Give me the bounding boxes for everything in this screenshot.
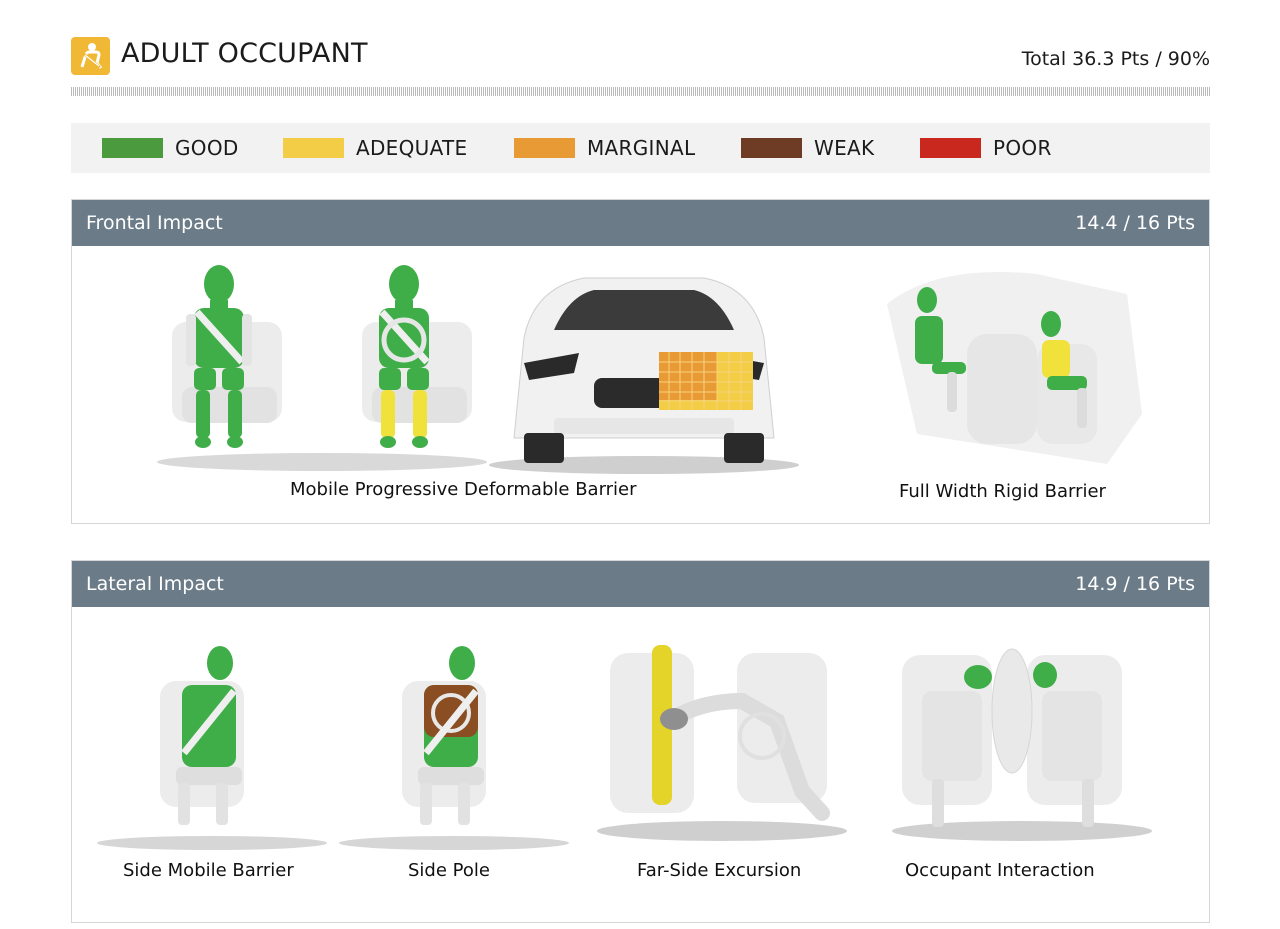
- deformable-barrier-grid: [659, 352, 753, 410]
- legend-label: MARGINAL: [587, 136, 696, 160]
- side-mobile-barrier-figure: [97, 646, 327, 850]
- side-pole-figure: [339, 646, 569, 850]
- total-score: Total 36.3 Pts / 90%: [1021, 48, 1210, 70]
- legend-swatch: [283, 138, 344, 158]
- legend-item-poor: POOR: [920, 123, 1052, 173]
- page-title: ADULT OCCUPANT: [121, 38, 368, 69]
- legend-swatch: [920, 138, 981, 158]
- legend-label: POOR: [993, 136, 1052, 160]
- panel-points: 14.4 / 16 Pts: [1075, 212, 1195, 234]
- legend-label: ADEQUATE: [356, 136, 468, 160]
- test-label-fwrb: Full Width Rigid Barrier: [899, 481, 1106, 502]
- frontal-impact-panel: Frontal Impact 14.4 / 16 Pts Mobile Prog…: [71, 199, 1210, 524]
- divider: [71, 87, 1210, 96]
- panel-points: 14.9 / 16 Pts: [1075, 573, 1195, 595]
- test-label-far-side-excursion: Far-Side Excursion: [637, 860, 802, 881]
- panel-title: Lateral Impact: [86, 573, 224, 595]
- driver-dummy: [172, 265, 282, 448]
- frontal-dummies-figure: [157, 265, 487, 471]
- seatbelt-occupant-icon: [71, 37, 110, 75]
- test-label-mpdb: Mobile Progressive Deformable Barrier: [290, 479, 637, 500]
- legend-label: GOOD: [175, 136, 239, 160]
- legend-swatch: [102, 138, 163, 158]
- passenger-dummy: [362, 265, 472, 448]
- legend-item-weak: WEAK: [741, 123, 874, 173]
- car-front-figure: [489, 277, 799, 474]
- legend-swatch: [741, 138, 802, 158]
- test-label-side-mobile-barrier: Side Mobile Barrier: [123, 860, 294, 881]
- lateral-impact-panel: Lateral Impact 14.9 / 16 Pts Side Mobile…: [71, 560, 1210, 923]
- panel-header: Lateral Impact 14.9 / 16 Pts: [72, 561, 1209, 607]
- legend-swatch: [514, 138, 575, 158]
- legend-item-good: GOOD: [102, 123, 239, 173]
- occupant-interaction-figure: [892, 648, 1152, 841]
- panel-title: Frontal Impact: [86, 212, 223, 234]
- legend-label: WEAK: [814, 136, 875, 160]
- legend-item-marginal: MARGINAL: [514, 123, 695, 173]
- section-header: ADULT OCCUPANT Total 36.3 Pts / 90%: [71, 36, 1210, 76]
- test-label-side-pole: Side Pole: [408, 860, 490, 881]
- rating-legend: GOOD ADEQUATE MARGINAL WEAK POOR: [71, 123, 1210, 173]
- far-side-excursion-figure: [597, 645, 847, 841]
- legend-item-adequate: ADEQUATE: [283, 123, 467, 173]
- full-width-interior-figure: [887, 272, 1142, 464]
- test-label-occupant-interaction: Occupant Interaction: [905, 860, 1095, 881]
- panel-header: Frontal Impact 14.4 / 16 Pts: [72, 200, 1209, 246]
